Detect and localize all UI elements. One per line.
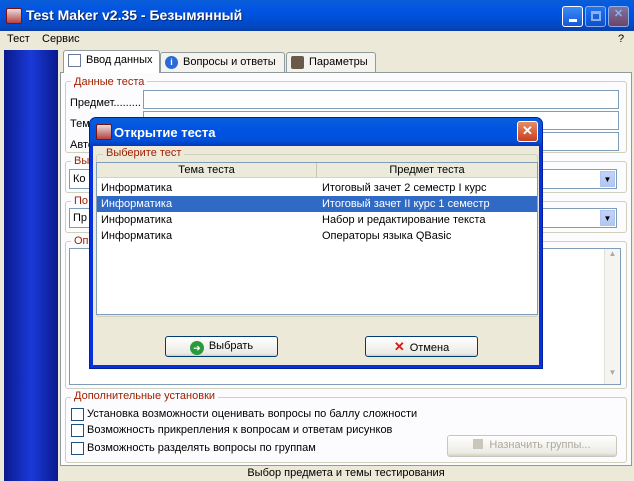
order-combo-value: Пр	[73, 212, 88, 224]
choose-test-title: Выберите тест	[103, 147, 185, 159]
row-theme: Информатика	[101, 198, 173, 210]
scroll-up-icon[interactable]: ▲	[605, 249, 620, 265]
row-subject: Итоговый зачет II курс 1 семестр	[322, 198, 490, 210]
option-label: Возможность прикрепления к вопросам и от…	[87, 424, 393, 436]
row-subject: Операторы языка QBasic	[322, 230, 452, 242]
close-icon: ✕	[613, 8, 624, 20]
sidebar-banner	[4, 50, 58, 481]
cancel-button-label: Отмена	[409, 342, 450, 354]
row-subject: Итоговый зачет 2 семестр I курс	[322, 182, 487, 194]
select-combo-value: Ко	[73, 173, 86, 185]
chevron-down-icon[interactable]: ▼	[600, 171, 615, 187]
close-button: ✕	[608, 6, 629, 27]
open-test-dialog: Открытие теста ✕ Выберите тест Тема тест…	[90, 118, 542, 368]
list-item[interactable]: Информатика Итоговый зачет II курс 1 семе…	[97, 196, 537, 212]
minimize-button[interactable]	[562, 6, 583, 27]
window-title: Test Maker v2.35 - Безымянный	[26, 7, 243, 23]
tools-icon	[291, 56, 304, 69]
list-item[interactable]: Информатика Операторы языка QBasic	[97, 228, 537, 244]
tab-data-entry[interactable]: Ввод данных	[63, 50, 160, 73]
subject-field[interactable]	[143, 90, 619, 109]
column-header-theme[interactable]: Тема теста	[97, 163, 317, 178]
minimize-icon	[568, 19, 577, 22]
list-item[interactable]: Информатика Набор и редактирование текста	[97, 212, 537, 228]
option-checkbox[interactable]	[71, 424, 84, 437]
test-data-title: Данные теста	[71, 76, 148, 88]
extra-settings-title: Дополнительные установки	[71, 390, 219, 402]
dialog-icon	[96, 124, 112, 140]
chevron-down-icon[interactable]: ▼	[600, 210, 615, 226]
tests-listview[interactable]: Тема теста Предмет теста Информатика Итог…	[96, 162, 538, 315]
option-checkbox[interactable]	[71, 442, 84, 455]
option-label: Возможность разделять вопросы по группам	[87, 442, 316, 454]
maximize-icon	[590, 11, 601, 21]
assign-groups-button[interactable]: Назначить группы...	[447, 435, 617, 457]
subject-label: Предмет.........	[70, 97, 141, 109]
status-bar: Выбор предмета и темы тестирования	[247, 467, 445, 479]
tab-label: Ввод данных	[86, 54, 153, 66]
cancel-button[interactable]: ✕ Отмена	[365, 336, 478, 357]
lock-icon	[473, 439, 484, 449]
option-checkbox[interactable]	[71, 408, 84, 421]
scrollbar[interactable]: ▲ ▼	[604, 249, 620, 384]
arrow-right-icon: ➜	[189, 341, 204, 355]
row-theme: Информатика	[101, 230, 173, 242]
dialog-title-bar: Открытие теста ✕	[90, 118, 542, 146]
tab-label: Вопросы и ответы	[183, 56, 276, 68]
tab-questions-answers[interactable]: i Вопросы и ответы	[160, 52, 285, 72]
list-item[interactable]: Информатика Итоговый зачет 2 семестр I ку…	[97, 180, 537, 196]
document-icon	[68, 54, 81, 67]
title-bar: Test Maker v2.35 - Безымянный ✕	[0, 0, 634, 31]
select-button-label: Выбрать	[208, 340, 254, 352]
cancel-x-icon: ✕	[393, 339, 405, 354]
menu-test[interactable]: Тест	[7, 33, 30, 45]
row-theme: Информатика	[101, 214, 173, 226]
dialog-title: Открытие теста	[114, 125, 216, 140]
assign-groups-label: Назначить группы...	[489, 439, 591, 451]
app-icon[interactable]	[6, 8, 22, 24]
menu-bar: Тест Сервис ?	[0, 31, 634, 49]
info-icon: i	[165, 56, 178, 69]
menu-service[interactable]: Сервис	[42, 33, 80, 45]
theme-label: Тем	[70, 118, 90, 130]
maximize-button	[585, 6, 606, 27]
option-label: Установка возможности оценивать вопросы …	[87, 408, 418, 420]
tab-parameters[interactable]: Параметры	[286, 52, 376, 72]
row-subject: Набор и редактирование текста	[322, 214, 486, 226]
select-button[interactable]: ➜ Выбрать	[165, 336, 278, 357]
row-theme: Информатика	[101, 182, 173, 194]
dialog-close-button[interactable]: ✕	[517, 121, 538, 142]
close-icon: ✕	[522, 123, 533, 138]
order-group-title: По	[71, 195, 92, 207]
tab-label: Параметры	[309, 56, 368, 68]
column-header-subject[interactable]: Предмет теста	[317, 163, 537, 178]
menu-help[interactable]: ?	[618, 33, 624, 45]
scroll-down-icon[interactable]: ▼	[605, 368, 620, 384]
